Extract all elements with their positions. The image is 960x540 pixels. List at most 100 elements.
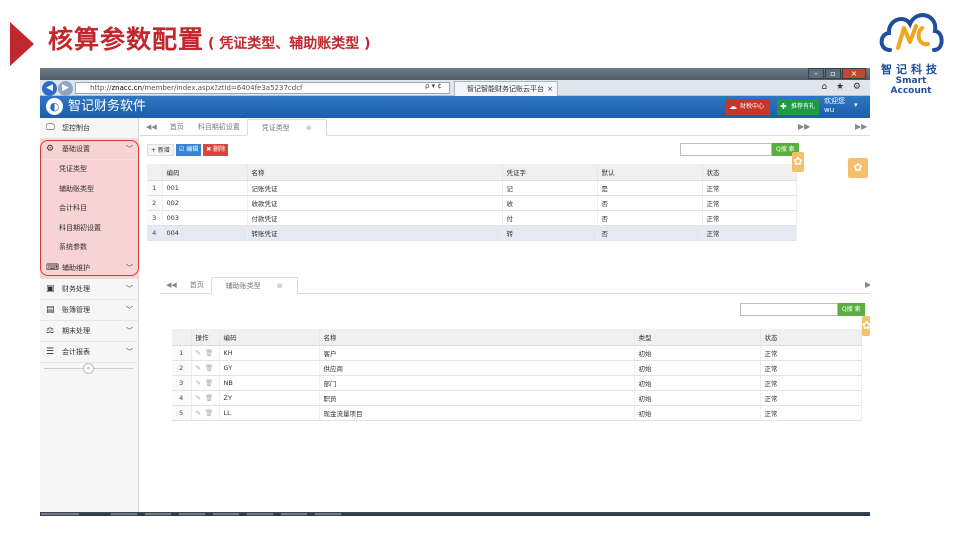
tab-voucher-type[interactable]: 凭证类型 ⊗ — [246, 119, 327, 136]
taskbar-item[interactable] — [178, 512, 206, 516]
browser-tab[interactable]: 智记智能财务记账云平台 × — [454, 81, 558, 96]
tab-scroll-right-icon[interactable]: ▶ — [865, 277, 870, 293]
row-edit-delete-icons[interactable]: ✎ 🗑 — [191, 345, 220, 361]
sidebar-item-opening-balance[interactable]: 科目期初设置 — [40, 218, 139, 238]
gears-icon: ⚙ — [46, 144, 55, 154]
tab-close-icon[interactable]: ⊗ — [299, 124, 319, 132]
row-name: 现金流量项目 — [319, 405, 635, 421]
tab-close-icon[interactable]: ⊗ — [270, 282, 290, 290]
row-edit-delete-icons[interactable]: ✎ 🗑 — [191, 390, 220, 406]
book-icon: ▤ — [46, 305, 55, 315]
taskbar-item[interactable] — [212, 512, 240, 516]
tab-home[interactable]: 首页 — [183, 277, 211, 294]
table-row[interactable]: 1 001 记账凭证记是正常 — [147, 180, 797, 196]
welcome-text: 欢迎您 — [824, 97, 845, 105]
taskbar-item[interactable] — [280, 512, 308, 516]
sidebar-item-voucher-type[interactable]: 凭证类型 — [40, 160, 139, 180]
tab-aux-type-label: 辅助账类型 — [225, 282, 261, 290]
table-row[interactable]: 4 ✎ 🗑 ZY 职员 初始 正常 — [172, 390, 862, 406]
table-row[interactable]: 2 ✎ 🗑 GY 供应商 初始 正常 — [172, 360, 862, 376]
url-controls[interactable]: ρ ▾ ¢ — [425, 82, 442, 90]
row-status: 正常 — [760, 375, 862, 391]
outer-scroll-right-icon[interactable]: ▶▶ — [855, 119, 867, 135]
collapse-sidebar-icon[interactable]: « — [83, 363, 94, 374]
url-host: znacc.cn — [111, 84, 143, 92]
scale-icon: ⚖ — [46, 326, 55, 336]
table-row[interactable]: 5 ✎ 🗑 LL 现金流量项目 初始 正常 — [172, 405, 862, 421]
row-default: 否 — [597, 195, 703, 211]
row-code: NB — [219, 375, 320, 391]
panel2-tabs: ◀◀ 首页 辅助账类型 ⊗ — [160, 277, 298, 294]
browser-tab-close-icon[interactable]: × — [547, 82, 553, 96]
search-input[interactable] — [680, 143, 772, 156]
user-menu[interactable]: 欢迎您 wu ▾ — [824, 97, 858, 115]
settings-gear-icon[interactable]: ✿ — [862, 316, 870, 336]
table-header-row: 编码 名称 凭证字 默认 状态 — [147, 164, 797, 181]
app-logo-icon: ◐ — [46, 98, 63, 115]
table-row[interactable]: 4 004 转账凭证转否正常 — [147, 225, 797, 241]
sidebar-item-basic-settings[interactable]: ⚙ 基础设置 ﹀ — [40, 139, 139, 160]
col-name: 名称 — [319, 329, 635, 346]
settings-gear-icon[interactable]: ✿ — [792, 152, 804, 172]
logo-text-en: Smart Account — [890, 76, 932, 96]
taskbar-item[interactable] — [144, 512, 172, 516]
browser-toolbar-icons[interactable]: ⌂ ★ ⚙ — [821, 82, 864, 92]
sidebar-item-reports[interactable]: ☰ 会计报表 ﹀ — [40, 342, 139, 363]
taskbar-item[interactable] — [110, 512, 138, 516]
sidebar-item-label: 辅助维护 — [62, 263, 90, 272]
search-button[interactable]: Q搜 索 — [838, 303, 865, 316]
title-arrow-icon — [10, 22, 34, 66]
row-name: 职员 — [319, 390, 635, 406]
taskbar-item[interactable] — [314, 512, 342, 516]
sidebar-item-console[interactable]: 🖵 您控制台 — [40, 118, 139, 139]
close-window-button[interactable]: × — [842, 68, 866, 79]
sidebar-item-aux-type[interactable]: 辅助账类型 — [40, 179, 139, 199]
recommend-label: 推荐有礼 — [791, 103, 816, 110]
url-path: /member/index.aspx?ztId=6404fe3a5237cdcf — [142, 84, 303, 92]
row-edit-delete-icons[interactable]: ✎ 🗑 — [191, 360, 220, 376]
tab-opening-balance[interactable]: 科目期初设置 — [191, 119, 247, 136]
sidebar-item-finance[interactable]: ▣ 财务处理 ﹀ — [40, 279, 139, 300]
panel2-search: Q搜 索 — [740, 303, 865, 316]
row-edit-delete-icons[interactable]: ✎ 🗑 — [191, 375, 220, 391]
voucher-type-panel: ◀◀ 首页 科目期初设置 凭证类型 ⊗ ▶▶ ▶▶ + 新增 ☑ 编辑 ✖ 删除 … — [140, 119, 870, 269]
sidebar-item-ledger[interactable]: ▤ 账簿管理 ﹀ — [40, 300, 139, 321]
sidebar-item-label: 凭证类型 — [59, 165, 87, 173]
table-row[interactable]: 1 ✎ 🗑 KH 客户 初始 正常 — [172, 345, 862, 361]
delete-button[interactable]: ✖ 删除 — [203, 144, 229, 156]
table-row[interactable]: 3 ✎ 🗑 NB 部门 初始 正常 — [172, 375, 862, 391]
forward-arrow-icon[interactable]: ▶ — [58, 81, 73, 96]
sidebar-item-aux-maintenance[interactable]: ⌨ 辅助维护 ﹀ — [40, 257, 139, 279]
settings-gear-icon[interactable]: ✿ — [848, 158, 868, 178]
sidebar-item-period-end[interactable]: ⚖ 期末处理 ﹀ — [40, 321, 139, 342]
tab-home[interactable]: 首页 — [163, 119, 191, 136]
back-arrow-icon[interactable]: ◀ — [42, 81, 57, 96]
tab-aux-type[interactable]: 辅助账类型 ⊗ — [210, 277, 298, 294]
row-type: 初始 — [634, 360, 761, 376]
table-header-row: 操作 编码 名称 类型 状态 — [172, 329, 862, 346]
recommend-button[interactable]: ✚ 推荐有礼 — [777, 99, 819, 115]
table-row[interactable]: 2 002 收款凭证收否正常 — [147, 195, 797, 211]
taskbar-item[interactable] — [246, 512, 274, 516]
tab-scroll-left-icon[interactable]: ◀◀ — [160, 277, 183, 294]
monitor-icon: 🖵 — [46, 123, 55, 133]
taskbar-start[interactable] — [40, 512, 80, 516]
tab-scroll-left-icon[interactable]: ◀◀ — [140, 119, 163, 136]
finance-center-button[interactable]: ☁ 财税中心 — [726, 99, 770, 115]
voucher-type-table: 编码 名称 凭证字 默认 状态 1 001 记账凭证记是正常 2 002 收款凭证收否正… — [147, 164, 797, 241]
url-input[interactable]: http://znacc.cn/member/index.aspx?ztId=6… — [75, 82, 450, 94]
aux-type-table: 操作 编码 名称 类型 状态 1 ✎ 🗑 KH 客户 初始 正常 2 ✎ 🗑 GY 供应商 初始正… — [172, 329, 862, 421]
chevron-down-icon: ﹀ — [126, 145, 133, 153]
sidebar-item-system-params[interactable]: 系统参数 — [40, 238, 139, 258]
sidebar-item-accounts[interactable]: 会计科目 — [40, 199, 139, 219]
row-status: 正常 — [760, 390, 862, 406]
search-input[interactable] — [740, 303, 838, 316]
minimize-button[interactable]: – — [808, 68, 824, 79]
edit-button[interactable]: ☑ 编辑 — [175, 144, 202, 156]
add-button[interactable]: + 新增 — [147, 144, 174, 156]
tab-scroll-right-icon[interactable]: ▶▶ — [798, 119, 810, 135]
maximize-button[interactable]: ▫ — [825, 68, 841, 79]
table-row[interactable]: 3 003 付款凭证付否正常 — [147, 210, 797, 226]
row-edit-delete-icons[interactable]: ✎ 🗑 — [191, 405, 220, 421]
panel1-tabbar: ◀◀ 首页 科目期初设置 凭证类型 ⊗ ▶▶ ▶▶ — [140, 119, 870, 136]
